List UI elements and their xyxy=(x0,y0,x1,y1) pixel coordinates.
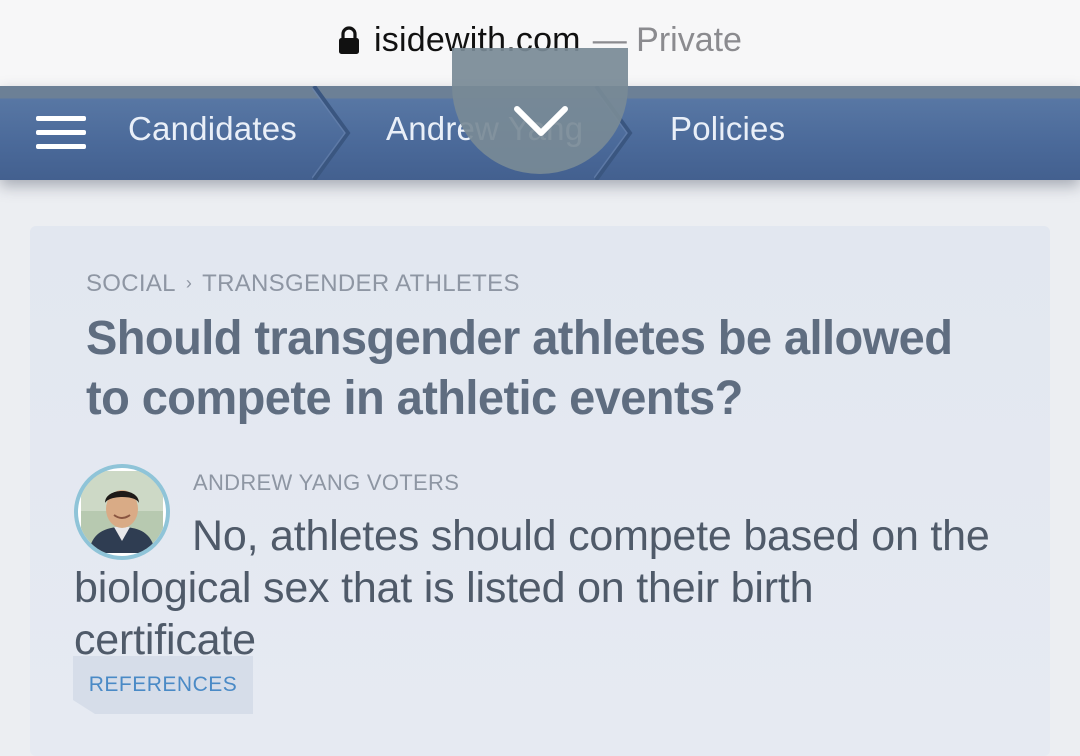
voter-group-label: ANDREW YANG VOTERS xyxy=(193,470,460,495)
nav-crumb-candidates[interactable]: Candidates xyxy=(128,110,297,148)
breadcrumb-category[interactable]: SOCIAL xyxy=(86,270,176,297)
topic-breadcrumb: SOCIAL › TRANSGENDER ATHLETES xyxy=(86,270,520,298)
breadcrumb-topic[interactable]: TRANSGENDER ATHLETES xyxy=(202,270,520,297)
crumb-separator-icon xyxy=(312,86,351,180)
nav-crumb-policies[interactable]: Policies xyxy=(670,110,785,148)
references-button[interactable]: REFERENCES xyxy=(73,656,253,714)
question-title: Should transgender athletes be allowed t… xyxy=(86,312,953,425)
hamburger-menu-icon[interactable] xyxy=(36,112,86,152)
lock-icon xyxy=(339,26,360,54)
breadcrumb-separator: › xyxy=(185,273,193,293)
answer-text: No, athletes should compete based on the… xyxy=(74,512,990,664)
chevron-down-icon[interactable] xyxy=(512,104,570,138)
